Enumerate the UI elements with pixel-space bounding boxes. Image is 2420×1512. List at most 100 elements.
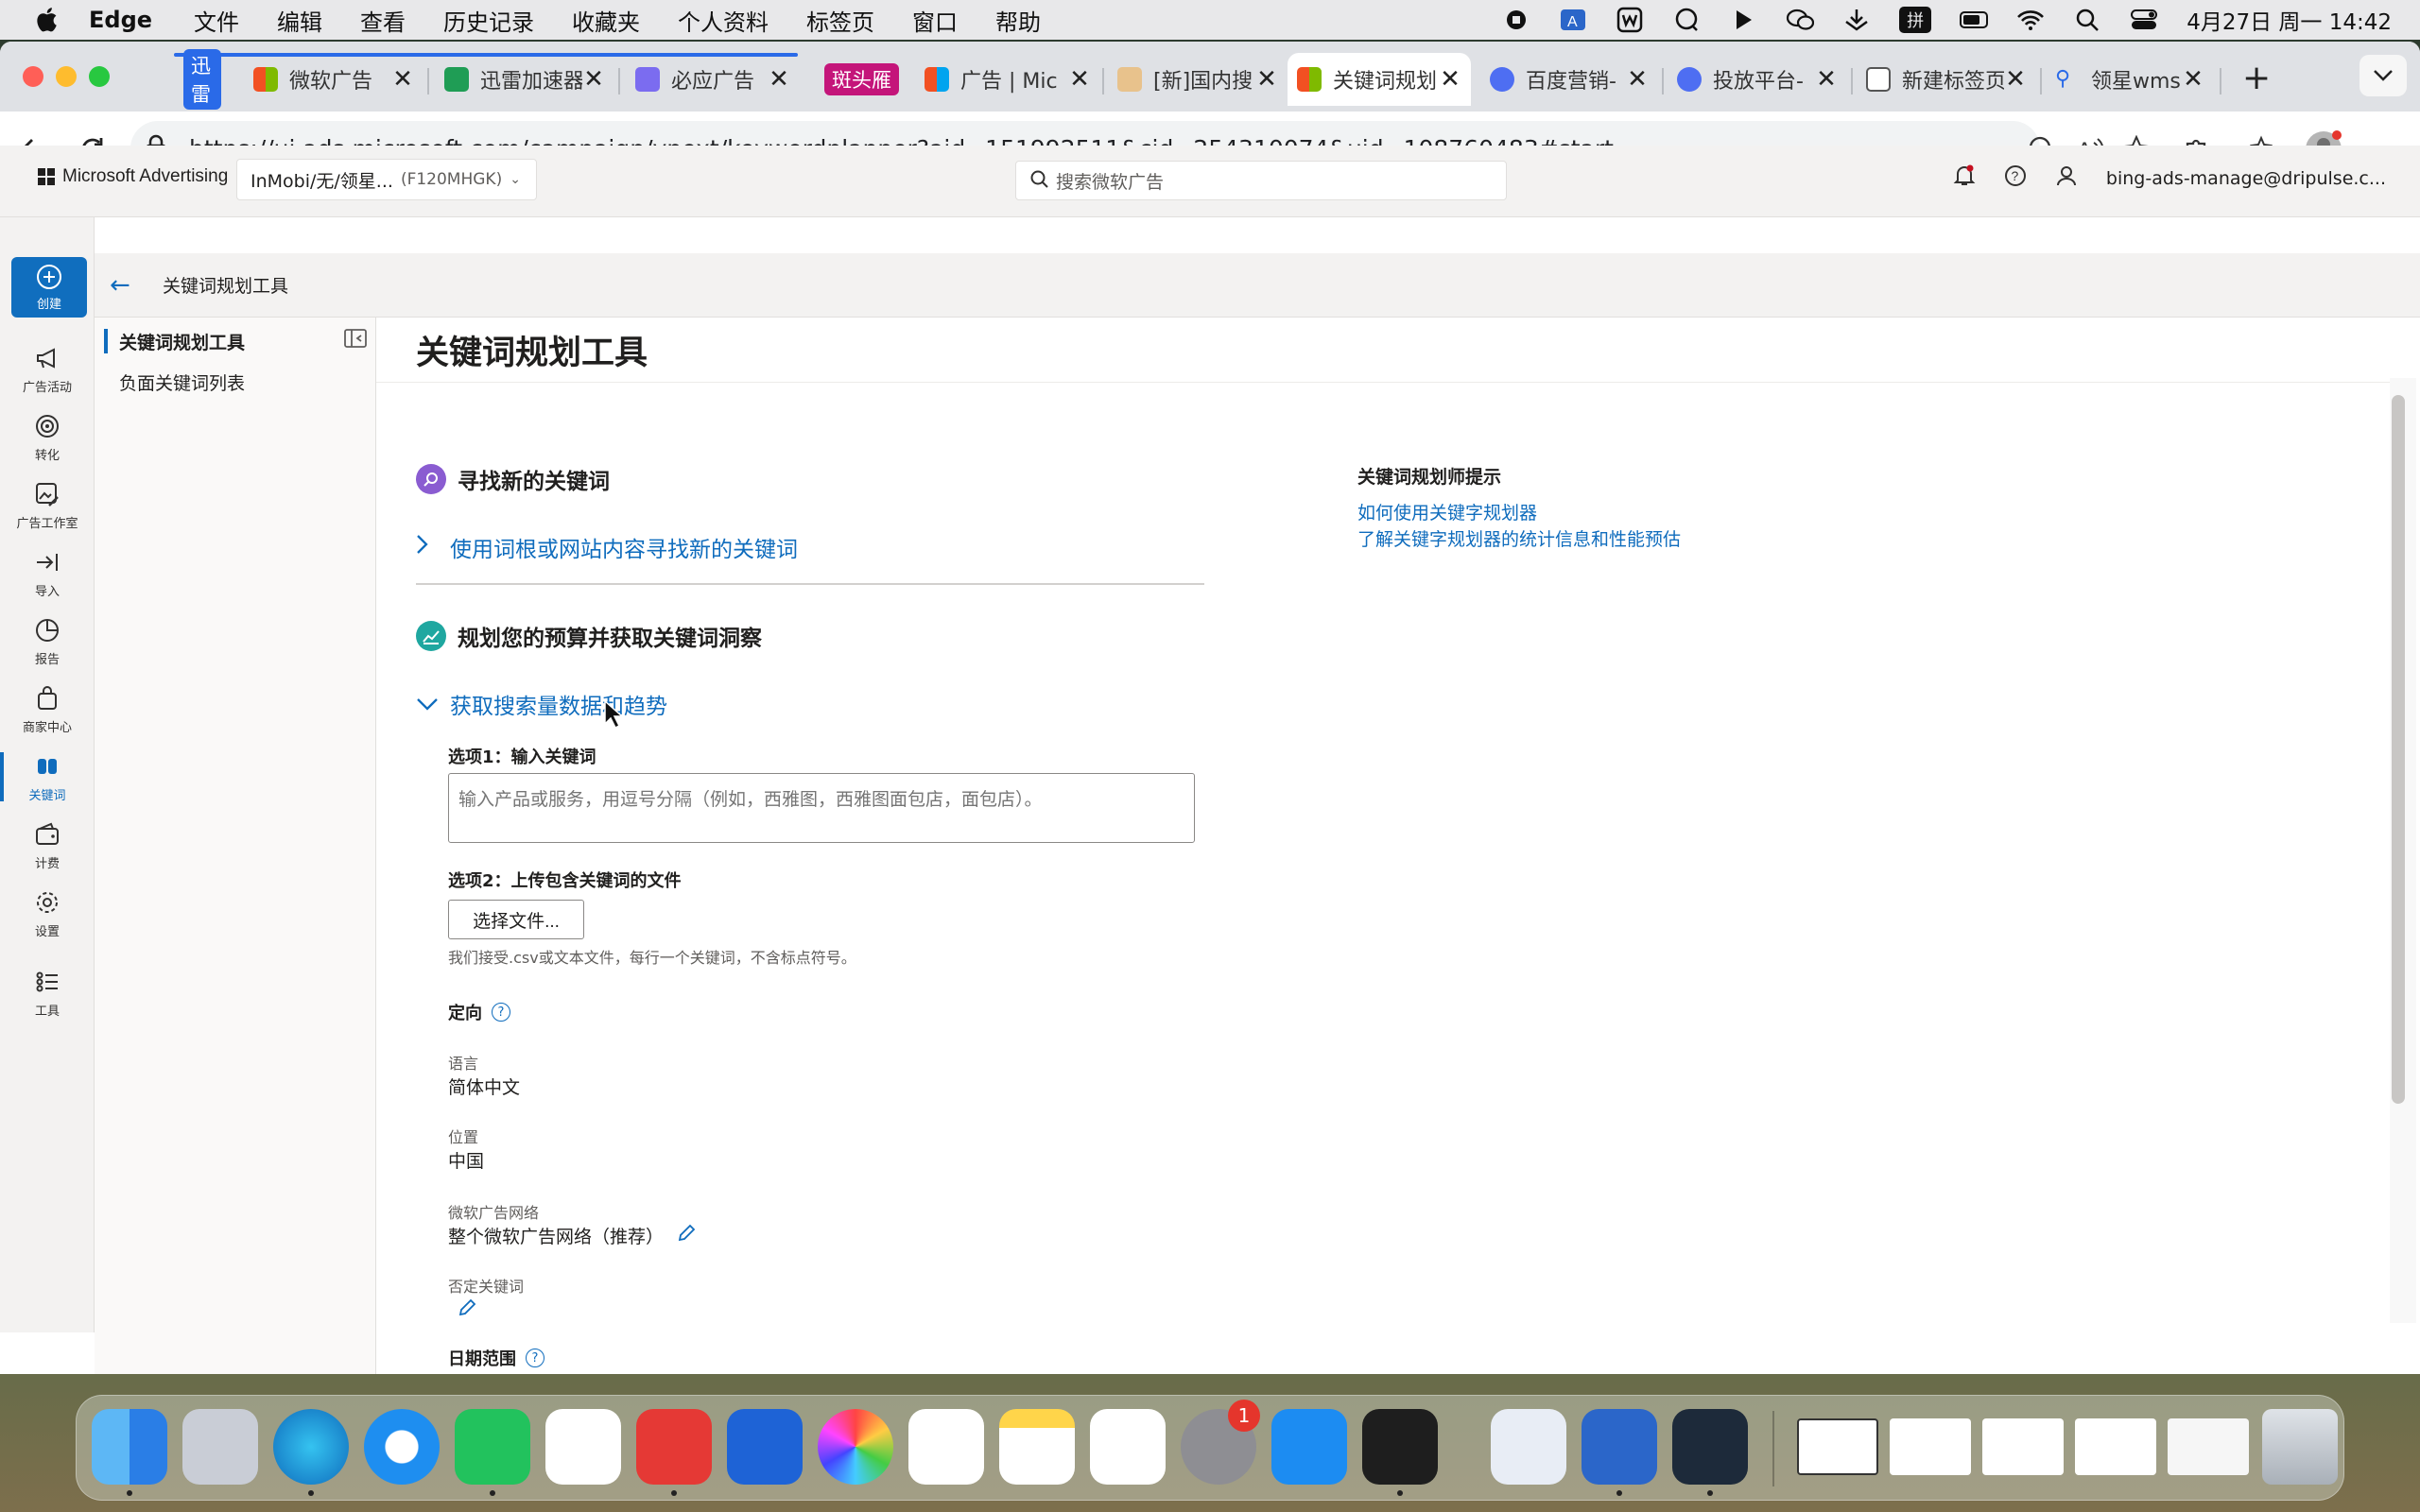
wps-icon[interactable] [636,1409,712,1485]
user-email[interactable]: bing-ads-manage@dripulse.c... [2106,168,2386,189]
help-icon[interactable]: ? [2004,164,2027,192]
input-method-app-icon[interactable] [1582,1409,1657,1485]
menu-view[interactable]: 查看 [360,4,406,37]
minimized-window-thumbnail[interactable] [1982,1418,2064,1475]
tab-close-icon[interactable]: ✕ [768,65,790,94]
wechat-icon[interactable] [455,1409,530,1485]
tab-lingxing-wms[interactable]: ⚲ 领星wms ✕ [2046,53,2214,106]
close-window-button[interactable] [23,66,43,87]
tip-link-statistics[interactable]: 了解关键字规划器的统计信息和性能预估 [1357,525,1681,551]
tab-microsoft-ads[interactable]: 微软广告 ✕ [244,53,424,106]
menubar-app-name[interactable]: Edge [89,7,152,33]
rail-ad-studio[interactable]: 广告工作室 [0,471,95,539]
edit-pencil-icon[interactable] [458,1298,476,1321]
tab-baidu-marketing[interactable]: 百度营销- ✕ [1480,53,1658,106]
minimized-window-thumbnail[interactable] [1797,1418,1878,1475]
direct-arrow-app-icon[interactable] [1491,1409,1566,1485]
record-icon[interactable] [1502,6,1530,34]
tab-keyword-planner[interactable]: 关键词规划 ✕ [1288,53,1471,106]
freeform-icon[interactable] [1090,1409,1166,1485]
rail-campaigns[interactable]: 广告活动 [0,335,95,403]
expander-find-new-keywords[interactable]: 使用词根或网站内容寻找新的关键词 [416,531,798,563]
keyword-input[interactable] [448,773,1195,843]
minimized-window-thumbnail[interactable] [2168,1418,2249,1475]
zoom-window-button[interactable] [89,66,110,87]
tab-close-icon[interactable]: ✕ [2004,65,2027,94]
terminal-icon[interactable] [1362,1409,1438,1485]
tab-list-chevron-icon[interactable] [2360,55,2407,96]
menu-profile[interactable]: 个人资料 [678,4,769,37]
user-icon[interactable] [2055,164,2078,192]
reminders-icon[interactable] [908,1409,984,1485]
tab-domestic-search[interactable]: [新]国内搜 ✕ [1108,53,1288,106]
account-selector[interactable]: InMobi/无/领星... (F120MHGK) ⌄ [236,159,537,200]
edge-icon[interactable] [273,1409,349,1485]
safari-icon[interactable] [364,1409,440,1485]
tab-close-icon[interactable]: ✕ [582,65,605,94]
menu-help[interactable]: 帮助 [995,4,1041,37]
apple-icon[interactable] [32,6,60,34]
rail-merchant-center[interactable]: 商家中心 [0,675,95,743]
tab-close-icon[interactable]: ✕ [1068,65,1091,94]
tab-close-icon[interactable]: ✕ [391,65,414,94]
menu-history[interactable]: 历史记录 [443,4,534,37]
tab-xunlei-accelerator[interactable]: 迅雷加速器 ✕ [435,53,614,106]
notification-bell-icon[interactable] [1953,164,1976,192]
chat-bubble-icon[interactable] [1672,6,1701,34]
rail-conversions[interactable]: 转化 [0,403,95,471]
edit-pencil-icon[interactable] [677,1224,696,1247]
help-icon[interactable]: ? [526,1349,544,1367]
finder-icon[interactable] [92,1409,167,1485]
trash-icon[interactable] [2262,1409,2338,1485]
feishu-icon[interactable] [727,1409,803,1485]
tab-group-xunlei[interactable]: 迅雷 [174,49,231,110]
back-arrow-icon[interactable]: ← [110,271,144,300]
tab-ad-platform[interactable]: 投放平台- ✕ [1668,53,1847,106]
photo-app-icon[interactable] [818,1409,893,1485]
control-center-icon[interactable] [2130,6,2158,34]
expander-search-volume[interactable]: 获取搜索量数据和趋势 [416,688,667,720]
menu-window[interactable]: 窗口 [912,4,958,37]
menu-edit[interactable]: 编辑 [277,4,322,37]
help-icon[interactable]: ? [492,1003,510,1022]
rail-settings[interactable]: 设置 [0,879,95,947]
menubar-clock[interactable]: 4月27日 周一 14:42 [2187,4,2392,36]
choose-file-button[interactable]: 选择文件... [448,900,584,939]
minimized-window-thumbnail[interactable] [2075,1418,2156,1475]
minimize-window-button[interactable] [56,66,77,87]
launchpad-icon[interactable] [182,1409,258,1485]
app-store-icon[interactable] [1271,1409,1347,1485]
wifi-icon[interactable] [2016,6,2045,34]
play-arrow-icon[interactable] [1729,6,1757,34]
scrollbar-thumb[interactable] [2392,395,2405,1104]
tab-ads-microsoft[interactable]: 广告 | Mic ✕ [915,53,1100,106]
tab-group-bantouyan[interactable]: 斑头雁 [815,53,909,106]
rail-billing[interactable]: 计费 [0,811,95,879]
menu-file[interactable]: 文件 [194,4,239,37]
rail-reports[interactable]: 报告 [0,607,95,675]
battery-icon[interactable] [1960,6,1989,34]
notes-icon[interactable] [999,1409,1075,1485]
menu-favorites[interactable]: 收藏夹 [572,4,640,37]
brand-logo[interactable]: Microsoft Advertising [38,166,228,187]
wechat-icon[interactable] [1786,6,1815,34]
spotlight-search-icon[interactable] [2073,6,2101,34]
subnav-item-negative-keywords[interactable]: 负面关键词列表 [119,369,245,395]
rail-tools[interactable]: 工具 [0,958,95,1026]
inbox-tray-icon[interactable] [1842,6,1871,34]
tab-bing-ads[interactable]: 必应广告 ✕ [626,53,800,106]
wps-icon[interactable] [1616,6,1644,34]
rail-keywords[interactable]: 关键词 [0,743,95,811]
rail-import[interactable]: 导入 [0,539,95,607]
tab-close-icon[interactable]: ✕ [1255,65,1278,94]
quicktime-icon[interactable] [1672,1409,1748,1485]
ime-app-icon[interactable]: A [1559,6,1587,34]
tab-close-icon[interactable]: ✕ [1439,65,1461,94]
tip-link-how-to-use[interactable]: 如何使用关键字规划器 [1357,499,1537,524]
tab-close-icon[interactable]: ✕ [1815,65,1838,94]
tab-new-tab[interactable]: 新建标签页 ✕ [1857,53,2036,106]
chat-app-icon[interactable] [545,1409,621,1485]
search-input[interactable]: 搜索微软广告 [1015,161,1507,200]
minimized-window-thumbnail[interactable] [1890,1418,1971,1475]
ime-pinyin-icon[interactable]: 拼 [1899,7,1932,33]
